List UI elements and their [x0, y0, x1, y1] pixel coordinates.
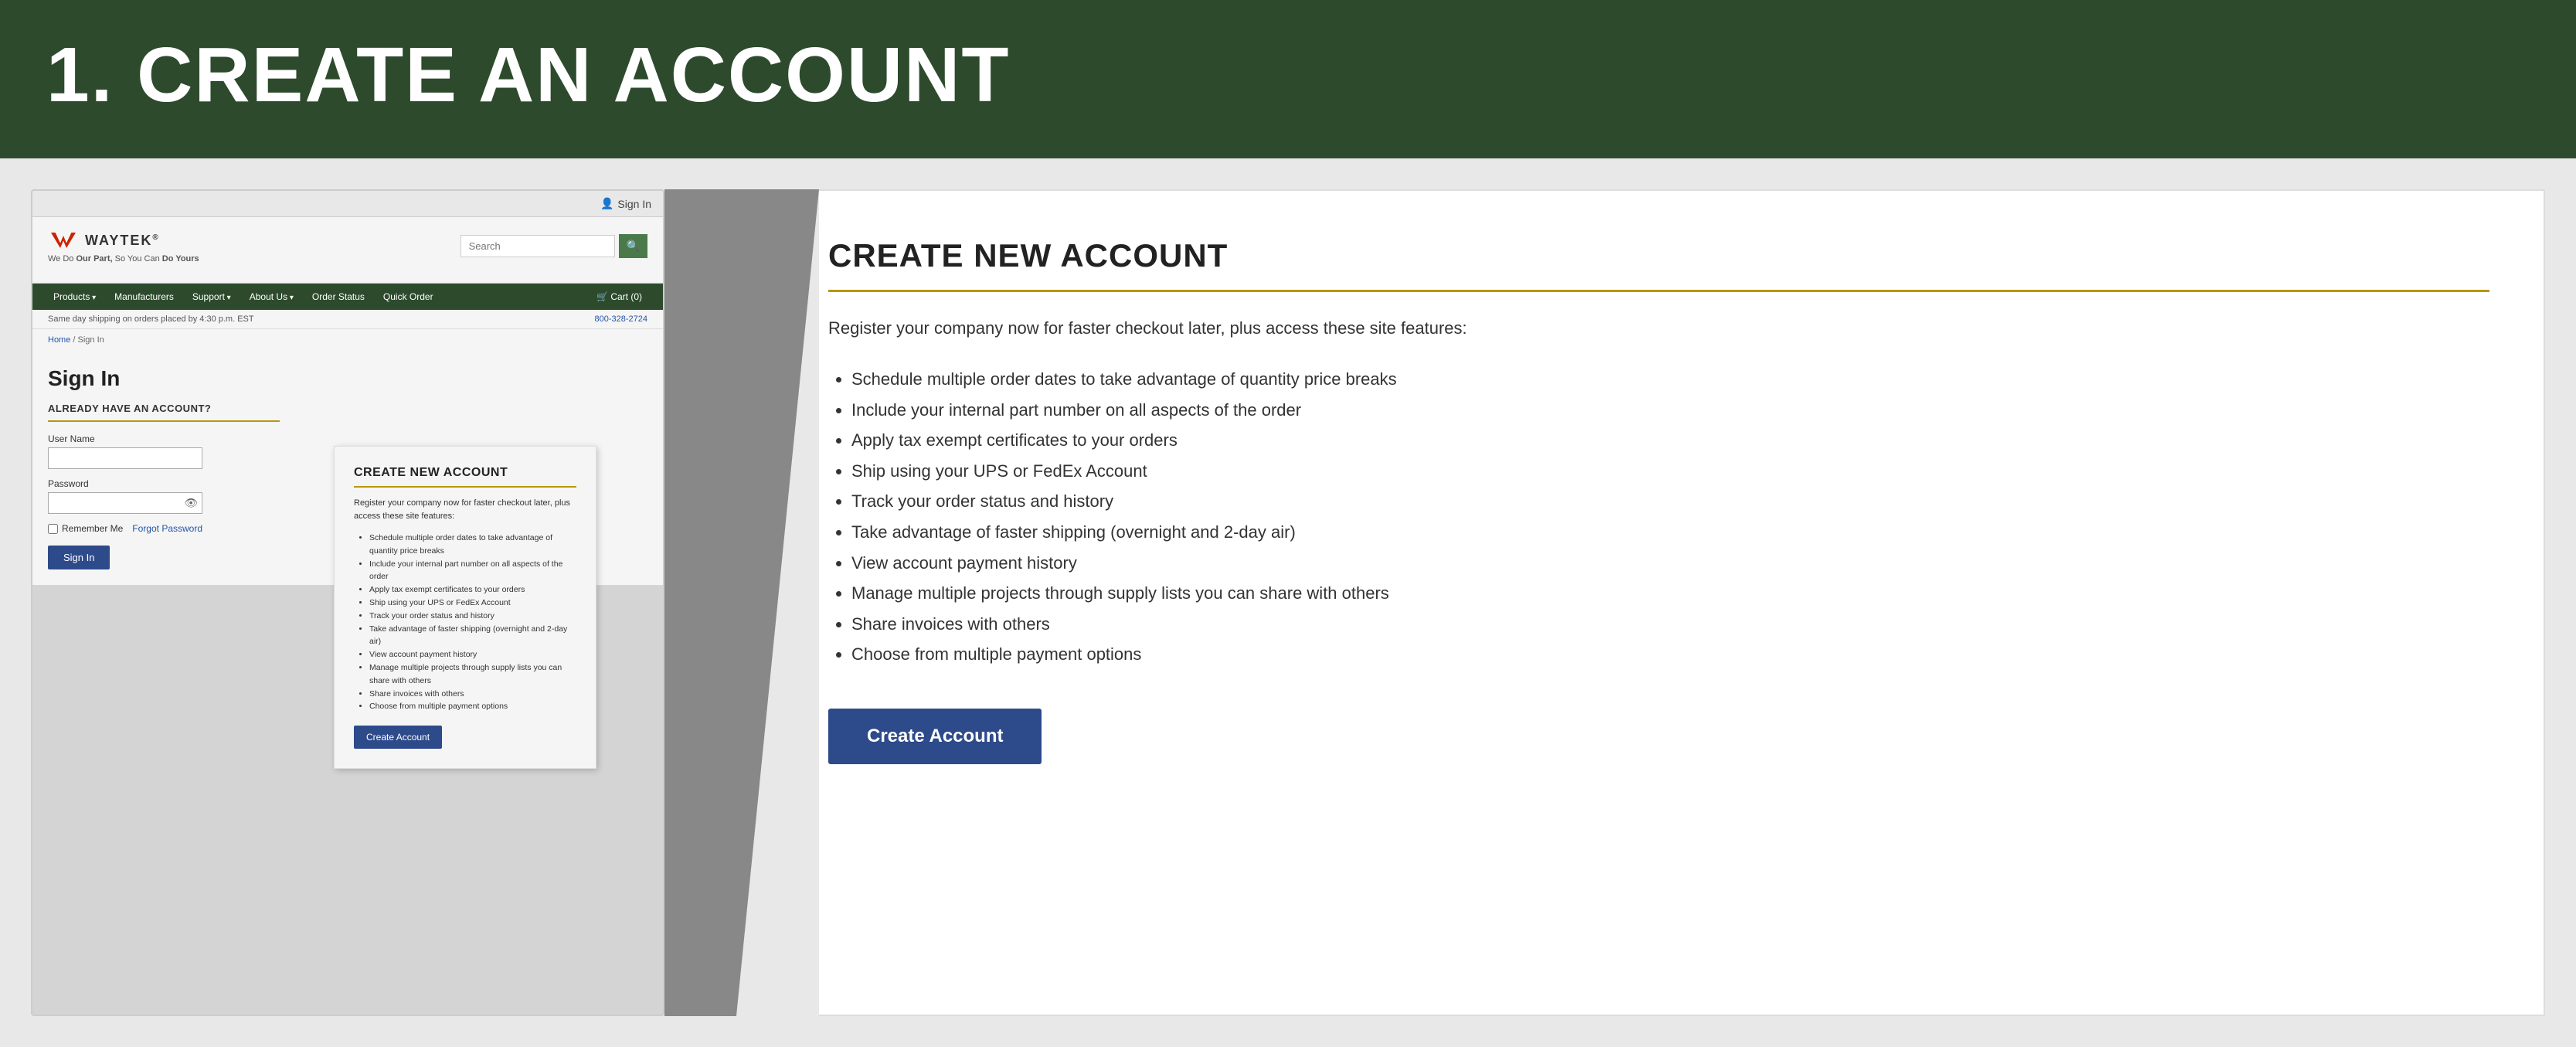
- info-panel-title: CREATE NEW ACCOUNT: [828, 237, 2489, 292]
- nav-item-manufacturers[interactable]: Manufacturers: [105, 284, 183, 310]
- person-icon: 👤: [600, 197, 613, 210]
- list-item: Schedule multiple order dates to take ad…: [851, 364, 2489, 395]
- breadcrumb-current: Sign In: [78, 335, 104, 345]
- overlay-card-title: CREATE NEW ACCOUNT: [354, 466, 576, 488]
- password-input[interactable]: [48, 492, 202, 514]
- show-password-icon[interactable]: 👁: [184, 497, 198, 510]
- nav-item-about[interactable]: About Us: [240, 284, 303, 310]
- nav-cart[interactable]: 🛒 Cart (0): [587, 284, 651, 310]
- nav-bar: Products Manufacturers Support About Us …: [32, 284, 663, 310]
- header-top: WAYTEK® We Do Our Part, So You Can Do Yo…: [48, 229, 647, 263]
- signin-button[interactable]: Sign In: [48, 546, 110, 569]
- logo-title: WAYTEK®: [48, 229, 199, 252]
- remember-row: Remember Me Forgot Password: [48, 523, 202, 534]
- search-button[interactable]: 🔍: [619, 234, 647, 258]
- waytek-logo-icon: [48, 229, 79, 252]
- remember-label[interactable]: Remember Me: [48, 523, 123, 534]
- main-content: 👤 Sign In WAYTEK®: [0, 158, 2576, 1047]
- list-item: Manage multiple projects through supply …: [851, 578, 2489, 609]
- announcement-text: Same day shipping on orders placed by 4:…: [48, 314, 254, 324]
- phone-link[interactable]: 800-328-2724: [594, 314, 647, 324]
- info-panel: CREATE NEW ACCOUNT Register your company…: [773, 189, 2545, 1016]
- logo-tagline: We Do Our Part, So You Can Do Yours: [48, 254, 199, 263]
- diagonal-overlay: [726, 189, 819, 1016]
- remember-checkbox[interactable]: [48, 524, 58, 534]
- list-item: Apply tax exempt certificates to your or…: [369, 583, 576, 597]
- list-item: Share invoices with others: [369, 688, 576, 701]
- info-panel-features-list: Schedule multiple order dates to take ad…: [828, 364, 2489, 670]
- list-item: Include your internal part number on all…: [851, 395, 2489, 426]
- list-item: Choose from multiple payment options: [851, 639, 2489, 670]
- sign-in-label: Sign In: [617, 198, 651, 210]
- breadcrumb: Home / Sign In: [32, 329, 663, 351]
- already-account-label: ALREADY HAVE AN ACCOUNT?: [48, 403, 280, 422]
- list-item: Choose from multiple payment options: [369, 700, 576, 713]
- top-banner: 1. CREATE AN ACCOUNT: [0, 0, 2576, 158]
- list-item: Apply tax exempt certificates to your or…: [851, 425, 2489, 456]
- announcement-bar: Same day shipping on orders placed by 4:…: [32, 310, 663, 329]
- info-panel-desc: Register your company now for faster che…: [828, 315, 2489, 341]
- list-item: Schedule multiple order dates to take ad…: [369, 532, 576, 558]
- overlay-card-desc: Register your company now for faster che…: [354, 497, 576, 522]
- overlay-create-account-button[interactable]: Create Account: [354, 726, 442, 749]
- list-item: Share invoices with others: [851, 609, 2489, 640]
- breadcrumb-home[interactable]: Home: [48, 335, 70, 345]
- logo-name: WAYTEK®: [85, 233, 160, 249]
- search-area: 🔍: [460, 234, 647, 258]
- nav-item-order-status[interactable]: Order Status: [303, 284, 374, 310]
- signin-title: Sign In: [48, 366, 647, 391]
- list-item: Track your order status and history: [369, 610, 576, 623]
- create-account-overlay-card: CREATE NEW ACCOUNT Register your company…: [334, 446, 596, 769]
- list-item: View account payment history: [369, 648, 576, 661]
- browser-header: WAYTEK® We Do Our Part, So You Can Do Yo…: [32, 217, 663, 284]
- search-input[interactable]: [460, 235, 615, 257]
- browser-topbar: 👤 Sign In: [32, 191, 663, 217]
- nav-item-quick-order[interactable]: Quick Order: [374, 284, 443, 310]
- password-wrap: 👁: [48, 492, 202, 514]
- nav-item-support[interactable]: Support: [183, 284, 240, 310]
- info-panel-create-account-button[interactable]: Create Account: [828, 709, 1042, 764]
- diagonal-divider: [664, 189, 819, 1016]
- list-item: Take advantage of faster shipping (overn…: [851, 517, 2489, 548]
- list-item: Include your internal part number on all…: [369, 558, 576, 584]
- list-item: Ship using your UPS or FedEx Account: [369, 597, 576, 610]
- nav-item-products[interactable]: Products: [44, 284, 105, 310]
- username-input[interactable]: [48, 447, 202, 469]
- list-item: View account payment history: [851, 548, 2489, 579]
- browser-screenshot: 👤 Sign In WAYTEK®: [31, 189, 664, 1016]
- overlay-card-features-list: Schedule multiple order dates to take ad…: [354, 532, 576, 713]
- logo-area: WAYTEK® We Do Our Part, So You Can Do Yo…: [48, 229, 199, 263]
- list-item: Track your order status and history: [851, 486, 2489, 517]
- username-label: User Name: [48, 433, 647, 444]
- list-item: Ship using your UPS or FedEx Account: [851, 456, 2489, 487]
- list-item: Take advantage of faster shipping (overn…: [369, 623, 576, 649]
- sign-in-link[interactable]: 👤 Sign In: [600, 197, 651, 210]
- page-heading: 1. CREATE AN ACCOUNT: [46, 31, 2530, 120]
- list-item: Manage multiple projects through supply …: [369, 661, 576, 688]
- forgot-password-link[interactable]: Forgot Password: [132, 523, 202, 534]
